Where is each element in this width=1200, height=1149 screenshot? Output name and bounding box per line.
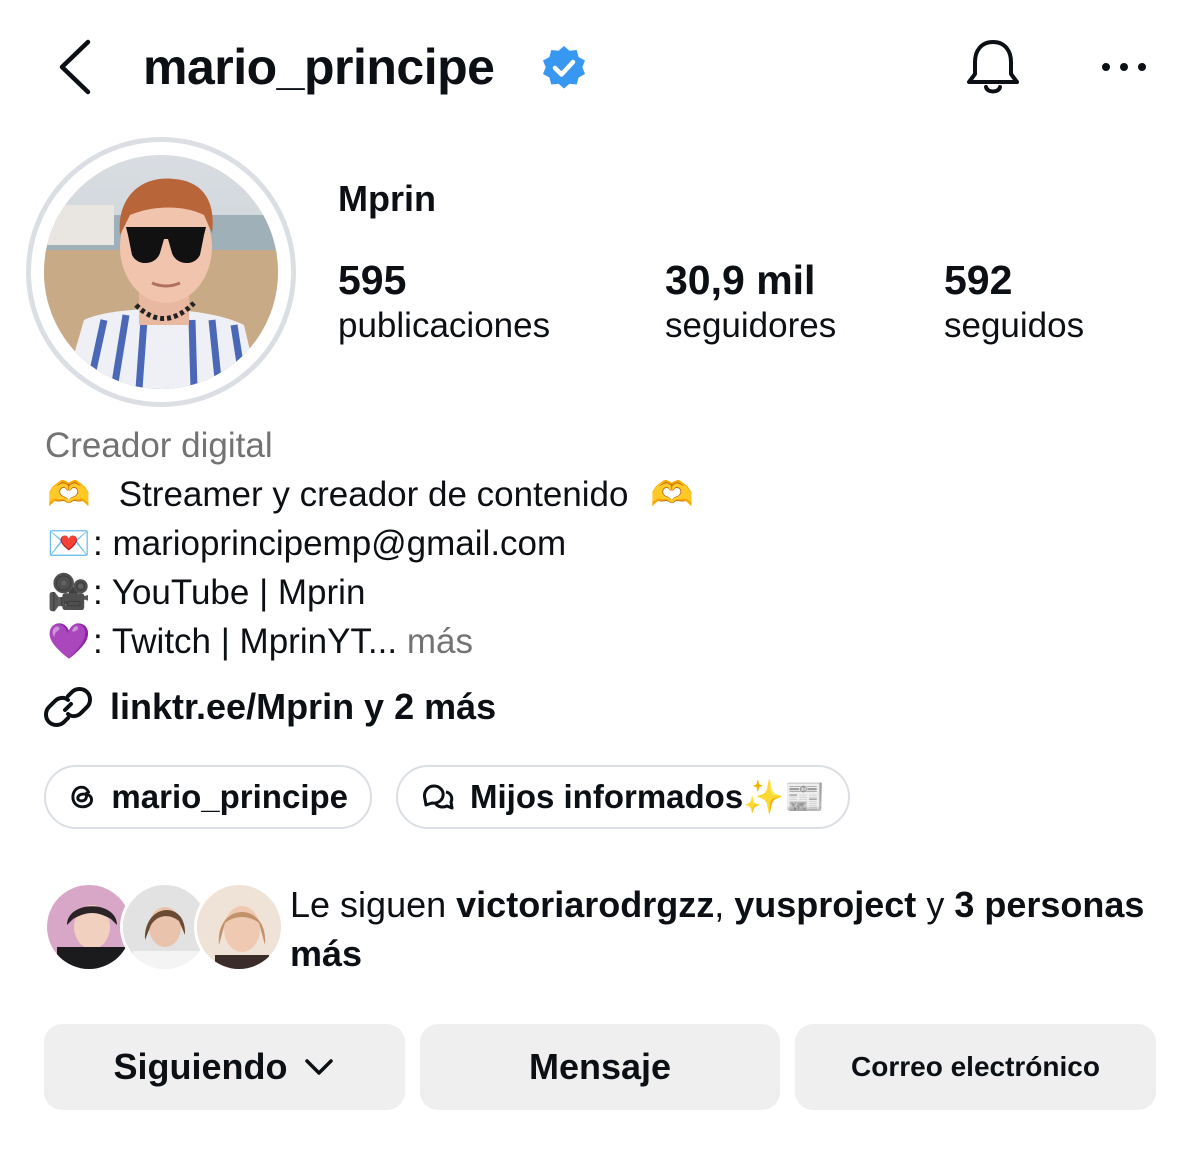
love-letter-icon: 💌 — [47, 524, 91, 564]
message-label: Mensaje — [528, 1046, 672, 1087]
email-label: Correo electrónico — [851, 1051, 1100, 1082]
heart-hands-icon: 🫶 — [650, 475, 694, 515]
bell-icon — [967, 40, 1019, 94]
threads-profile-button[interactable]: mario_principe — [44, 765, 372, 829]
following-label: Siguiendo — [113, 1046, 288, 1087]
threads-icon — [71, 785, 94, 809]
stat-posts-label: publicaciones — [338, 306, 551, 345]
more-horizontal-icon — [1102, 63, 1146, 71]
bio-line: 🫶 Streamer y creador de contenido 🫶 — [45, 473, 696, 517]
link-icon — [44, 687, 92, 727]
movie-camera-icon: 🎥 — [47, 573, 91, 613]
bio-more-link[interactable]: más — [407, 622, 473, 661]
email-button[interactable]: Correo electrónico — [795, 1024, 1156, 1110]
mutual-follower-link[interactable]: yusproject — [734, 884, 916, 925]
stat-followers-label: seguidores — [665, 306, 837, 345]
following-button[interactable]: Siguiendo — [44, 1024, 405, 1110]
conjunction: y — [926, 884, 945, 925]
profile-avatar[interactable] — [44, 155, 278, 389]
mutual-follower-link[interactable]: victoriarodrgzz — [456, 884, 714, 925]
avatar-photo — [44, 155, 278, 389]
stat-followers-value: 30,9 mil — [665, 257, 816, 303]
chevron-left-icon — [59, 39, 91, 95]
stat-following-value: 592 — [944, 257, 1013, 303]
stat-following[interactable]: 592 seguidos — [944, 256, 1084, 348]
notifications-button[interactable] — [960, 34, 1026, 100]
channel-chat-icon — [423, 784, 454, 810]
stat-followers[interactable]: 30,9 mil seguidores — [665, 256, 836, 348]
purple-heart-icon: 💜 — [47, 622, 91, 662]
stat-posts-value: 595 — [338, 257, 407, 303]
threads-username: mario_principe — [111, 778, 348, 815]
bio-line: 🎥: YouTube | Mprin — [45, 571, 365, 615]
channel-name: Mijos informados✨📰 — [470, 777, 826, 815]
bio-text: : marioprincipemp@gmail.com — [93, 524, 567, 563]
verified-badge-icon — [543, 46, 585, 89]
display-name: Mprin — [338, 178, 436, 219]
chevron-down-icon — [304, 1059, 333, 1075]
mutual-followers-avatars[interactable] — [44, 882, 284, 972]
followed-prefix: Le siguen — [290, 884, 447, 925]
separator: , — [714, 884, 725, 925]
back-button[interactable] — [52, 34, 102, 100]
bio-text: Streamer y creador de contenido — [118, 475, 629, 514]
bio-text: : YouTube | Mprin — [93, 573, 366, 612]
stat-following-label: seguidos — [944, 306, 1085, 345]
external-links[interactable]: linktr.ee/Mprin y 2 más — [44, 682, 496, 732]
more-options-button[interactable] — [1096, 44, 1152, 90]
bio-line: 💌: marioprincipemp@gmail.com — [45, 522, 566, 566]
bio-line: 💜: Twitch | MprinYT... más — [45, 620, 473, 664]
profile-header: mario_principe — [0, 0, 1200, 135]
mutual-followers-text[interactable]: Le siguen victoriarodrgzz, yusproject y … — [290, 880, 1150, 978]
profile-category: Creador digital — [45, 426, 273, 465]
bio-text: : Twitch | MprinYT... — [93, 622, 398, 661]
avatar — [194, 882, 284, 972]
links-text: linktr.ee/Mprin y 2 más — [110, 686, 497, 727]
message-button[interactable]: Mensaje — [420, 1024, 780, 1110]
stat-posts[interactable]: 595 publicaciones — [338, 256, 550, 348]
broadcast-channel-button[interactable]: Mijos informados✨📰 — [396, 765, 850, 829]
heart-hands-icon: 🫶 — [47, 475, 91, 515]
profile-username: mario_principe — [143, 39, 495, 95]
